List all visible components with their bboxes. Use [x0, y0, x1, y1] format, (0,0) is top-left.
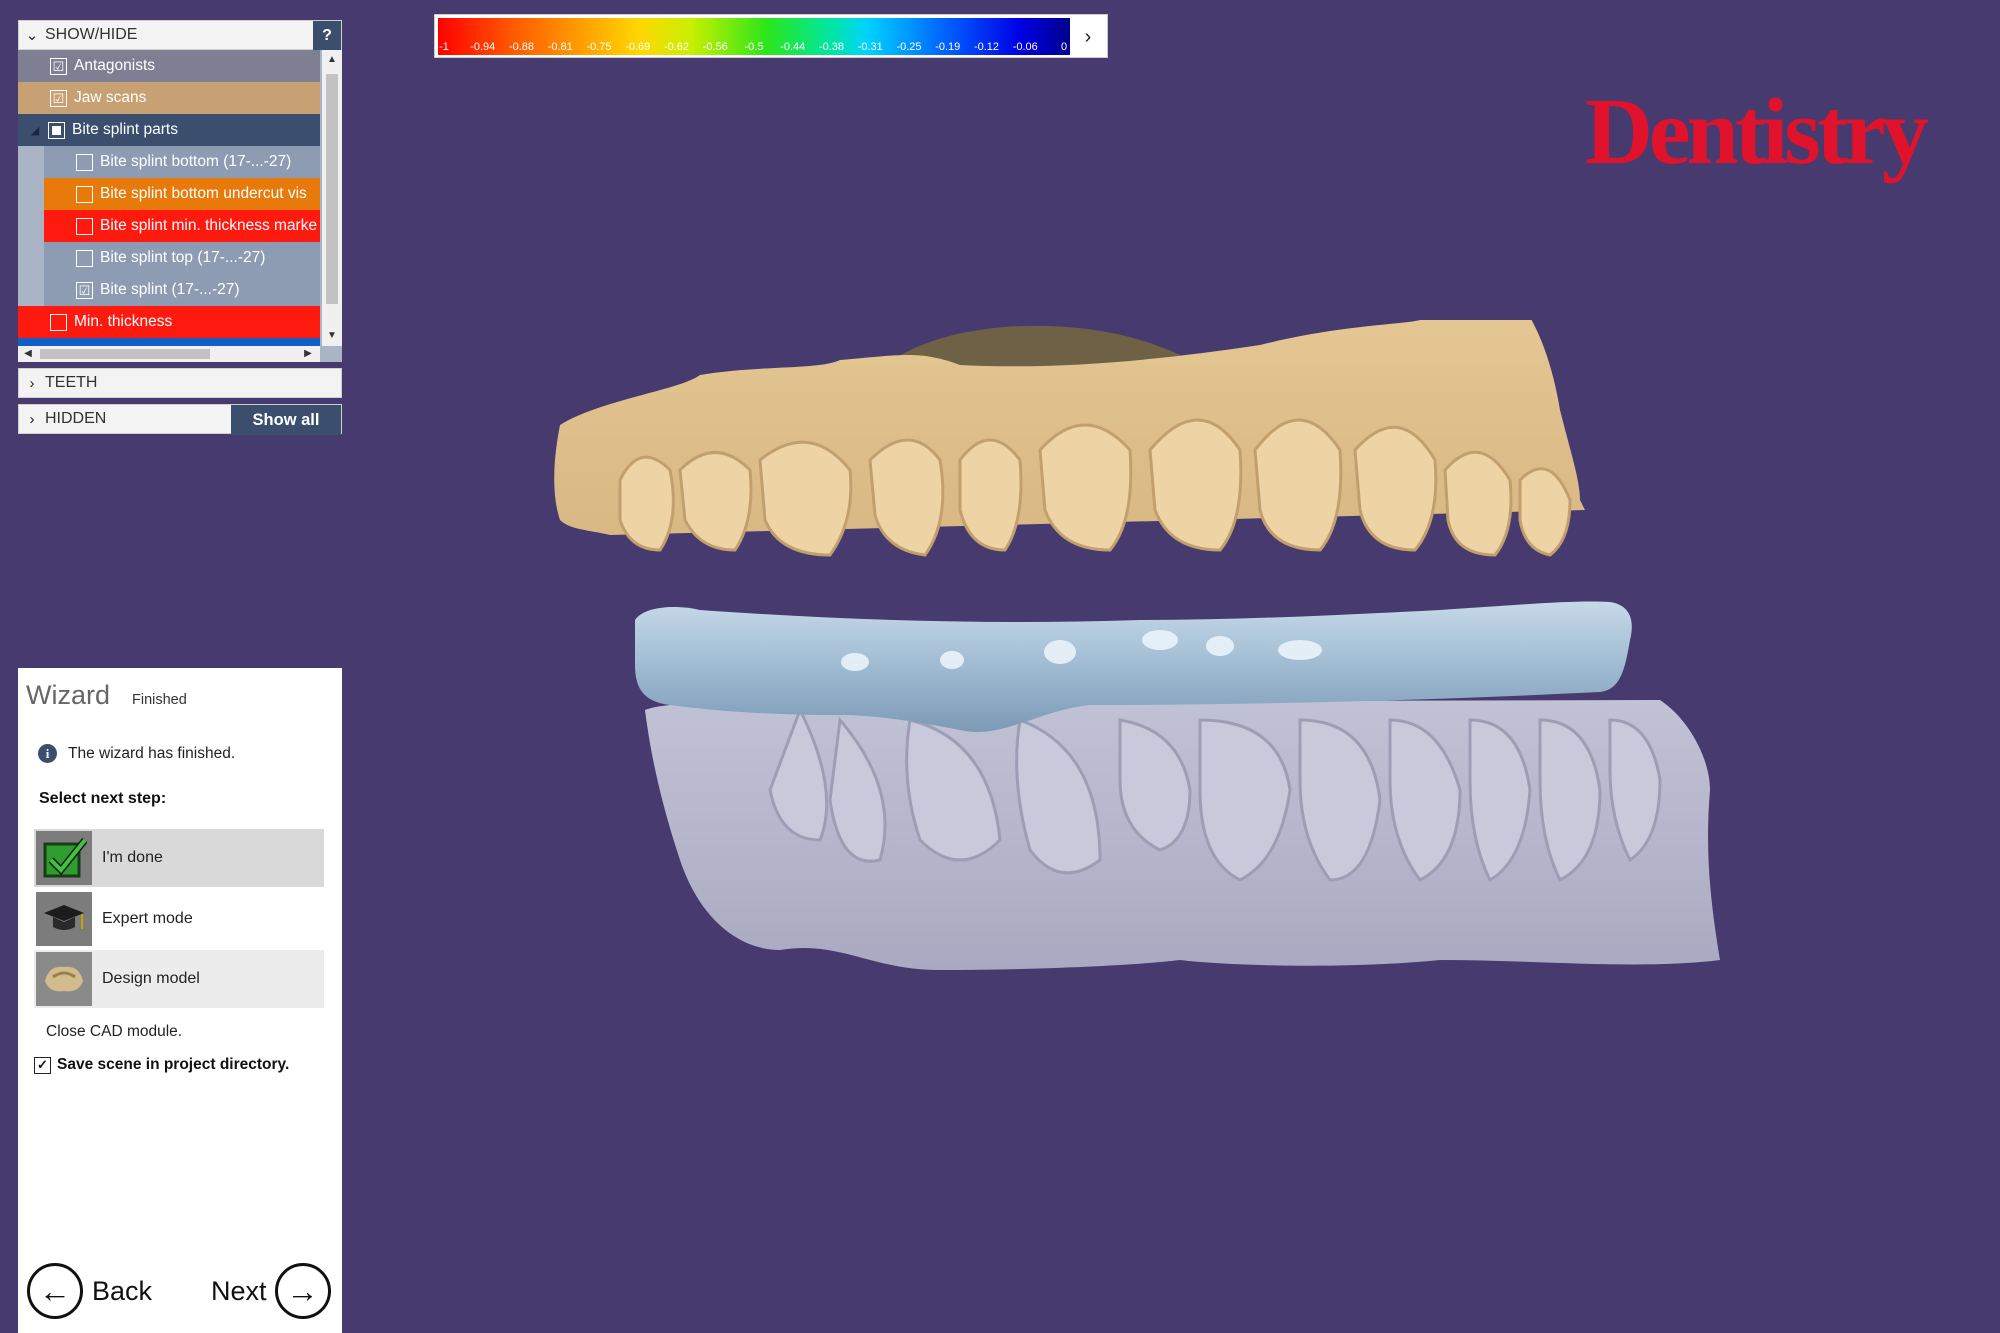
layer-label: Min. thickness	[74, 313, 173, 330]
option-design-model[interactable]: Design model	[34, 950, 324, 1008]
scale-tick-label: -0.19	[935, 41, 961, 53]
scale-tick-label: -0.12	[973, 41, 1000, 53]
layer-row[interactable]: Min. thickness	[18, 306, 320, 338]
visibility-checkbox[interactable]	[76, 249, 93, 267]
option-label: Expert mode	[102, 910, 193, 927]
visibility-checkbox[interactable]	[76, 153, 93, 171]
scale-tick-label: -0.31	[857, 41, 883, 53]
horizontal-scroll-thumb[interactable]	[40, 349, 210, 359]
show-hide-title: SHOW/HIDE	[45, 26, 138, 43]
dentistry-logo: Dentistry	[1585, 80, 1929, 184]
visibility-checkbox[interactable]	[76, 185, 93, 203]
scale-tick-label: -0.38	[818, 41, 845, 53]
layer-label: Bite splint (17-...-27)	[100, 281, 240, 298]
wizard-title: Wizard	[26, 680, 111, 710]
graduation-cap-icon	[36, 892, 92, 946]
deviation-color-scale: -1 -0.94 -0.88 -0.81 -0.75 -0.69 -0.62 -0.56 -0.…	[434, 14, 1108, 58]
option-label: I'm done	[102, 849, 163, 866]
arrow-left-icon: ←	[27, 1263, 83, 1319]
scale-tick-label: -0.5	[744, 41, 764, 53]
option-im-done[interactable]: I'm done	[34, 829, 324, 887]
scale-tick-label: -0.44	[780, 41, 806, 53]
visibility-checkbox[interactable]: ☑	[50, 57, 67, 75]
scale-tick-label: -0.88	[508, 41, 535, 53]
dental-model-icon	[36, 952, 92, 1006]
checkbox-icon[interactable]: ✓	[34, 1056, 51, 1074]
scroll-thumb[interactable]	[326, 74, 338, 304]
layer-label: Jaw scans	[74, 89, 147, 106]
scroll-down-icon[interactable]: ▼	[322, 326, 342, 346]
scroll-right-icon[interactable]: ▶	[300, 346, 316, 362]
wizard-info-text: The wizard has finished.	[68, 744, 236, 762]
scroll-left-icon[interactable]: ◀	[20, 346, 36, 362]
help-button[interactable]: ?	[313, 21, 341, 51]
teeth-section-header[interactable]: › TEETH	[18, 368, 342, 398]
wizard-panel: Wizard Finished i The wizard has finishe…	[18, 668, 342, 1333]
layer-label: Bite splint parts	[72, 121, 178, 138]
visibility-checkbox[interactable]: ☑	[76, 281, 93, 299]
scale-tick-labels: -1 -0.94 -0.88 -0.81 -0.75 -0.69 -0.62 -0.56 -0.…	[438, 39, 1070, 53]
layer-label: Bite splint bottom (17-...-27)	[100, 153, 292, 170]
expand-triangle-icon[interactable]: ◢	[22, 124, 48, 137]
layer-row[interactable]: Bite splint bottom (17-...-27)	[44, 146, 320, 178]
layer-row[interactable]: Bite splint bottom undercut vis	[44, 178, 320, 210]
option-expert-mode[interactable]: Expert mode	[34, 890, 324, 948]
scale-tick-label: -0.06	[1012, 41, 1038, 53]
chevron-down-icon: ⌄	[25, 27, 39, 44]
layer-tree: ☑ Antagonists ☑ Jaw scans ◢ Bite splint parts…	[18, 50, 342, 362]
back-label: Back	[92, 1275, 153, 1306]
scale-tick-label: -0.69	[625, 41, 651, 53]
layer-row[interactable]: ☑ Bite splint (17-...-27)	[44, 274, 320, 306]
scale-tick-label: -1	[439, 41, 449, 53]
save-scene-checkbox[interactable]: ✓ Save scene in project directory.	[34, 1056, 289, 1074]
layer-label: Bite splint top (17-...-27)	[100, 249, 266, 266]
scroll-up-icon[interactable]: ▲	[322, 50, 342, 70]
arrow-right-icon: →	[274, 1263, 331, 1319]
layer-row[interactable]: Bite splint top (17-...-27)	[44, 242, 320, 274]
scale-tick-label: -0.62	[663, 41, 690, 53]
layer-row[interactable]: Anatomic shapes	[18, 338, 320, 346]
info-icon: i	[38, 744, 57, 763]
select-next-step-label: Select next step:	[39, 790, 167, 807]
layer-row[interactable]: ☑ Jaw scans	[18, 82, 320, 114]
scale-tick-label: -0.94	[470, 41, 496, 53]
vertical-scrollbar[interactable]: ▲ ▼	[322, 50, 342, 346]
save-scene-label: Save scene in project directory.	[57, 1056, 290, 1073]
layer-label: Bite splint bottom undercut vis	[100, 185, 307, 202]
wizard-info-message: i The wizard has finished.	[38, 744, 235, 763]
visibility-checkbox[interactable]	[76, 217, 93, 235]
layer-label: Bite splint min. thickness marke	[100, 217, 318, 234]
chevron-right-icon[interactable]: ›	[1079, 15, 1097, 59]
dental-3d-model-viewport[interactable]	[540, 320, 1770, 1000]
back-button[interactable]: ← Back	[27, 1263, 152, 1319]
next-label: Next	[211, 1275, 267, 1306]
visibility-checkbox[interactable]	[48, 121, 65, 139]
wizard-status: Finished	[132, 692, 187, 708]
show-hide-panel: ⌄ SHOW/HIDE ? ☑ Antagonists ☑ Jaw scans ◢ Bit…	[18, 20, 342, 435]
teeth-title: TEETH	[45, 374, 98, 391]
layer-row[interactable]: ◢ Bite splint parts	[18, 114, 320, 146]
scale-tick-label: 0	[1060, 41, 1068, 53]
scale-tick-label: -0.75	[586, 41, 612, 53]
scale-tick-label: -0.81	[547, 41, 573, 53]
show-hide-header[interactable]: ⌄ SHOW/HIDE ?	[18, 20, 342, 51]
scale-tick-label: -0.25	[896, 41, 922, 53]
option-label: Design model	[102, 970, 200, 987]
layer-list: ☑ Antagonists ☑ Jaw scans ◢ Bite splint parts…	[18, 50, 320, 346]
layer-row[interactable]: Bite splint min. thickness marke	[44, 210, 320, 242]
chevron-right-icon: ›	[29, 410, 35, 428]
checkmark-icon	[36, 831, 92, 885]
horizontal-scrollbar[interactable]: ◀ ▶	[18, 346, 320, 362]
layer-label: Antagonists	[74, 57, 155, 74]
hidden-section-header[interactable]: › HIDDEN Show all	[18, 404, 342, 435]
show-all-button[interactable]: Show all	[231, 405, 341, 435]
visibility-checkbox[interactable]	[50, 313, 67, 331]
chevron-right-icon: ›	[29, 374, 35, 392]
visibility-checkbox[interactable]: ☑	[50, 89, 67, 107]
layer-row[interactable]: ☑ Antagonists	[18, 50, 320, 82]
close-cad-text: Close CAD module.	[46, 1023, 183, 1040]
scale-tick-label: -0.56	[702, 41, 728, 53]
next-button[interactable]: Next →	[211, 1263, 331, 1319]
hidden-title: HIDDEN	[45, 410, 107, 427]
